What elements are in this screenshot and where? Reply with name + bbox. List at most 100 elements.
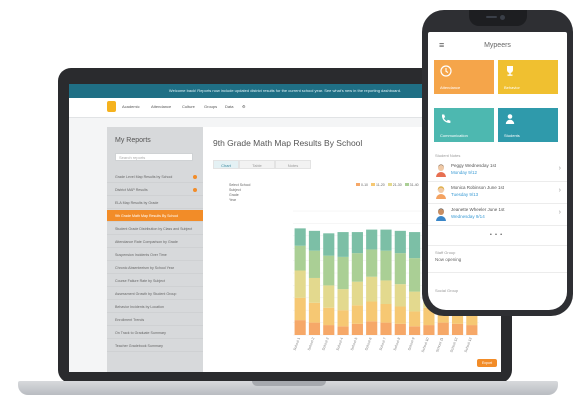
sidebar-report-item[interactable]: ELA Map Results by Grade: [107, 197, 203, 209]
block-value: Now opening: [435, 257, 462, 262]
bar-segment[interactable]: [323, 233, 335, 256]
bar-segment[interactable]: [351, 323, 363, 335]
bar-segment[interactable]: [337, 310, 349, 327]
bar-segment[interactable]: [337, 289, 349, 311]
x-tick-label: School 1: [293, 337, 301, 351]
settings-gear-icon[interactable]: ⚙: [242, 104, 246, 109]
bar-segment[interactable]: [409, 258, 421, 292]
sidebar-report-item[interactable]: Assessment Growth by Student Group: [107, 288, 203, 300]
sidebar-report-item[interactable]: Attendance Rate Comparison by Grade: [107, 236, 203, 248]
sidebar-report-item[interactable]: Behavior Incidents by Location: [107, 301, 203, 313]
bar-segment[interactable]: [366, 301, 378, 322]
report-title: 9th Grade Math Map Results By School: [213, 138, 363, 148]
bar-segment[interactable]: [323, 285, 335, 308]
x-tick-label: School 12: [449, 337, 458, 353]
nav-groups[interactable]: Groups: [204, 104, 217, 109]
bar-segment[interactable]: [323, 307, 335, 326]
bar-segment[interactable]: [380, 250, 392, 281]
tile-students[interactable]: Students: [498, 108, 558, 142]
sidebar-report-item[interactable]: Course Failure Rate by Subject: [107, 275, 203, 287]
bar-segment[interactable]: [323, 325, 335, 335]
bar-segment[interactable]: [294, 270, 306, 298]
bar-segment[interactable]: [294, 320, 306, 335]
pager-dots[interactable]: • • •: [490, 232, 503, 238]
sidebar-report-item[interactable]: District MAP Results: [107, 184, 203, 196]
bar-segment[interactable]: [394, 284, 406, 307]
bar-segment[interactable]: [294, 228, 306, 246]
bar-segment[interactable]: [308, 250, 321, 278]
bar-segment[interactable]: [308, 277, 321, 303]
bar-segment[interactable]: [466, 325, 478, 335]
tile-behavior[interactable]: Behavior: [498, 60, 558, 94]
sidebar-report-item[interactable]: Teacher Gradebook Summary: [107, 340, 203, 352]
bar-segment[interactable]: [337, 256, 349, 290]
bar-segment[interactable]: [451, 323, 464, 335]
nav-academic[interactable]: Academic: [122, 104, 140, 109]
tab-table[interactable]: Table: [239, 160, 275, 169]
bar-segment[interactable]: [366, 276, 378, 302]
note-row[interactable]: Monica Robinson June 1st Tuesday 9/13 ›: [428, 182, 567, 204]
bar-segment[interactable]: [351, 253, 363, 282]
bar-segment[interactable]: [366, 321, 378, 335]
staff-group-block[interactable]: Staff Group Now opening: [428, 245, 567, 268]
legend-label: 0-10: [361, 183, 369, 187]
sidebar-report-item[interactable]: Grade Level Map Results by School: [107, 171, 203, 183]
bar-segment[interactable]: [337, 326, 349, 335]
note-date: Monday 9/12: [451, 170, 478, 175]
bar-segment[interactable]: [323, 255, 335, 286]
social-group-block[interactable]: Social Group: [428, 272, 567, 295]
bar-segment[interactable]: [366, 249, 378, 277]
sidebar-report-item[interactable]: Enrollment Trends: [107, 314, 203, 326]
bar-segment[interactable]: [294, 245, 306, 271]
bar-segment[interactable]: [437, 322, 449, 335]
nav-data[interactable]: Data: [225, 104, 233, 109]
nav-attendance[interactable]: Attendance: [151, 104, 171, 109]
chart-filters: Select School Subject Grade Year: [229, 183, 250, 203]
sidebar-report-item[interactable]: Student Grade Distribution by Class and …: [107, 223, 203, 235]
bar-segment[interactable]: [337, 232, 349, 257]
phone-speaker: [486, 16, 497, 18]
note-row[interactable]: Jeanette Wheeler June 1st Wednesday 9/14…: [428, 204, 567, 226]
bar-segment[interactable]: [308, 230, 321, 251]
bar-segment[interactable]: [380, 229, 392, 251]
bar-segment[interactable]: [380, 304, 392, 323]
bar-segment[interactable]: [409, 311, 421, 327]
bar-segment[interactable]: [308, 302, 321, 323]
bar-segment[interactable]: [409, 326, 421, 335]
bar-segment[interactable]: [351, 281, 363, 306]
bar-segment[interactable]: [351, 232, 363, 254]
bar-segment[interactable]: [294, 297, 306, 321]
alert-dot-icon: [193, 175, 197, 179]
notes-section-label: Student Notes: [435, 153, 461, 158]
bar-segment[interactable]: [351, 305, 363, 324]
bar-segment[interactable]: [409, 232, 421, 259]
legend-label: 21-30: [392, 183, 402, 187]
tile-communication[interactable]: Communication: [434, 108, 494, 142]
export-button[interactable]: Export: [477, 359, 497, 367]
sidebar-report-item[interactable]: 9th Grade Math Map Results By School: [107, 210, 203, 222]
sidebar-search-input[interactable]: Search reports: [115, 153, 193, 161]
note-row[interactable]: Peggy Wednesday 1st Monday 9/12 ›: [428, 160, 567, 182]
tile-attendance[interactable]: Attendance: [434, 60, 494, 94]
x-tick-label: School 13: [464, 337, 473, 353]
nav-culture[interactable]: Culture: [182, 104, 195, 109]
tab-notes[interactable]: Notes: [275, 160, 311, 169]
bar-segment[interactable]: [394, 323, 406, 335]
sidebar-title: My Reports: [115, 137, 151, 144]
chevron-right-icon: ›: [558, 209, 561, 216]
sidebar-report-item[interactable]: Chronic Absenteeism by School Year: [107, 262, 203, 274]
app-logo-icon[interactable]: [107, 101, 116, 112]
bar-segment[interactable]: [409, 291, 421, 312]
bar-segment[interactable]: [308, 322, 321, 335]
bar-segment[interactable]: [423, 325, 435, 335]
filter-year[interactable]: Year: [229, 198, 250, 203]
bar-segment[interactable]: [366, 229, 378, 250]
tab-chart[interactable]: Chart: [213, 160, 239, 169]
bar-segment[interactable]: [394, 253, 406, 285]
bar-segment[interactable]: [394, 230, 406, 254]
bar-segment[interactable]: [380, 322, 392, 335]
sidebar-report-item[interactable]: Suspension Incidents Over Time: [107, 249, 203, 261]
bar-segment[interactable]: [394, 306, 406, 324]
bar-segment[interactable]: [380, 280, 392, 304]
sidebar-report-item[interactable]: On Track to Graduate Summary: [107, 327, 203, 339]
